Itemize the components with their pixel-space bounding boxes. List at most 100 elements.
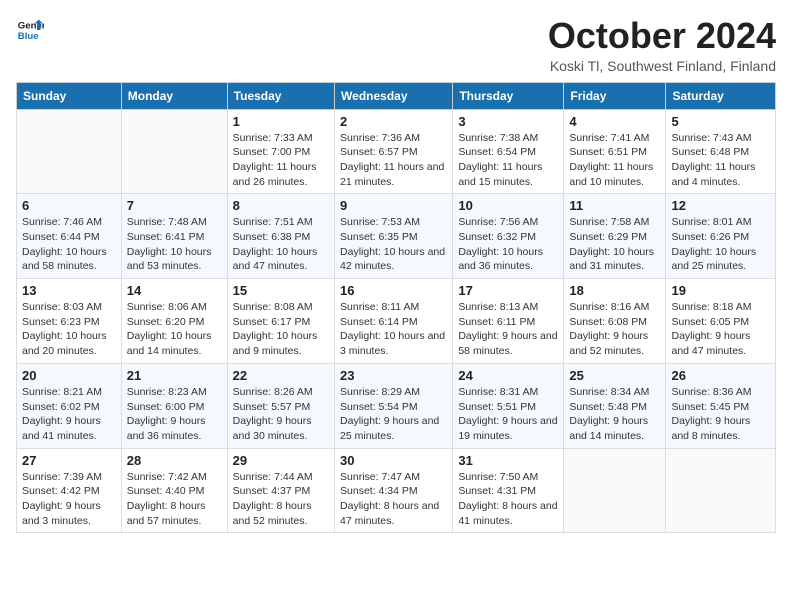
calendar-subtitle: Koski Tl, Southwest Finland, Finland: [548, 58, 776, 74]
calendar-week-row: 1 Sunrise: 7:33 AMSunset: 7:00 PMDaylight…: [17, 109, 776, 194]
day-info: Sunrise: 7:33 AMSunset: 7:00 PMDaylight:…: [233, 131, 329, 190]
day-info: Sunrise: 8:11 AMSunset: 6:14 PMDaylight:…: [340, 300, 447, 359]
day-info: Sunrise: 8:16 AMSunset: 6:08 PMDaylight:…: [569, 300, 660, 359]
day-number: 19: [671, 283, 770, 298]
day-info: Sunrise: 8:31 AMSunset: 5:51 PMDaylight:…: [458, 385, 558, 444]
day-number: 6: [22, 198, 116, 213]
weekday-header-sunday: Sunday: [17, 82, 122, 109]
calendar-cell: 18 Sunrise: 8:16 AMSunset: 6:08 PMDayligh…: [564, 279, 666, 364]
day-number: 1: [233, 114, 329, 129]
day-info: Sunrise: 7:44 AMSunset: 4:37 PMDaylight:…: [233, 470, 329, 529]
day-info: Sunrise: 8:34 AMSunset: 5:48 PMDaylight:…: [569, 385, 660, 444]
day-number: 27: [22, 453, 116, 468]
day-info: Sunrise: 7:42 AMSunset: 4:40 PMDaylight:…: [127, 470, 222, 529]
day-number: 9: [340, 198, 447, 213]
day-info: Sunrise: 8:03 AMSunset: 6:23 PMDaylight:…: [22, 300, 116, 359]
day-info: Sunrise: 8:13 AMSunset: 6:11 PMDaylight:…: [458, 300, 558, 359]
day-number: 28: [127, 453, 222, 468]
calendar-cell: 30Sunrise: 7:47 AMSunset: 4:34 PMDayligh…: [335, 448, 453, 533]
svg-text:Blue: Blue: [18, 31, 39, 42]
day-info: Sunrise: 8:23 AMSunset: 6:00 PMDaylight:…: [127, 385, 222, 444]
day-number: 8: [233, 198, 329, 213]
calendar-cell: 4 Sunrise: 7:41 AMSunset: 6:51 PMDaylight…: [564, 109, 666, 194]
calendar-title: October 2024: [548, 16, 776, 56]
day-number: 13: [22, 283, 116, 298]
day-info: Sunrise: 7:39 AMSunset: 4:42 PMDaylight:…: [22, 470, 116, 529]
day-info: Sunrise: 7:56 AMSunset: 6:32 PMDaylight:…: [458, 215, 558, 274]
calendar-cell: 13 Sunrise: 8:03 AMSunset: 6:23 PMDayligh…: [17, 279, 122, 364]
calendar-cell: 20 Sunrise: 8:21 AMSunset: 6:02 PMDayligh…: [17, 363, 122, 448]
day-info: Sunrise: 7:38 AMSunset: 6:54 PMDaylight:…: [458, 131, 558, 190]
calendar-cell: 2 Sunrise: 7:36 AMSunset: 6:57 PMDaylight…: [335, 109, 453, 194]
calendar-cell: 22 Sunrise: 8:26 AMSunset: 5:57 PMDayligh…: [227, 363, 334, 448]
calendar-cell: 24 Sunrise: 8:31 AMSunset: 5:51 PMDayligh…: [453, 363, 564, 448]
calendar-cell: 15Sunrise: 8:08 AMSunset: 6:17 PMDayligh…: [227, 279, 334, 364]
day-info: Sunrise: 8:18 AMSunset: 6:05 PMDaylight:…: [671, 300, 770, 359]
day-info: Sunrise: 7:58 AMSunset: 6:29 PMDaylight:…: [569, 215, 660, 274]
day-info: Sunrise: 8:26 AMSunset: 5:57 PMDaylight:…: [233, 385, 329, 444]
calendar-cell: 17 Sunrise: 8:13 AMSunset: 6:11 PMDayligh…: [453, 279, 564, 364]
title-area: October 2024 Koski Tl, Southwest Finland…: [548, 16, 776, 74]
day-number: 29: [233, 453, 329, 468]
calendar-cell: 7Sunrise: 7:48 AMSunset: 6:41 PMDaylight…: [121, 194, 227, 279]
calendar-cell: 26 Sunrise: 8:36 AMSunset: 5:45 PMDayligh…: [666, 363, 776, 448]
day-number: 7: [127, 198, 222, 213]
calendar-cell: 23Sunrise: 8:29 AMSunset: 5:54 PMDayligh…: [335, 363, 453, 448]
day-info: Sunrise: 7:53 AMSunset: 6:35 PMDaylight:…: [340, 215, 447, 274]
calendar-cell: 12 Sunrise: 8:01 AMSunset: 6:26 PMDayligh…: [666, 194, 776, 279]
day-number: 11: [569, 198, 660, 213]
day-number: 18: [569, 283, 660, 298]
day-info: Sunrise: 7:41 AMSunset: 6:51 PMDaylight:…: [569, 131, 660, 190]
weekday-header-row: SundayMondayTuesdayWednesdayThursdayFrid…: [17, 82, 776, 109]
day-number: 20: [22, 368, 116, 383]
day-info: Sunrise: 8:01 AMSunset: 6:26 PMDaylight:…: [671, 215, 770, 274]
day-number: 30: [340, 453, 447, 468]
logo: General Blue General Blue: [16, 16, 44, 44]
day-info: Sunrise: 8:08 AMSunset: 6:17 PMDaylight:…: [233, 300, 329, 359]
calendar-cell: [121, 109, 227, 194]
day-number: 4: [569, 114, 660, 129]
day-number: 31: [458, 453, 558, 468]
calendar-week-row: 13 Sunrise: 8:03 AMSunset: 6:23 PMDayligh…: [17, 279, 776, 364]
calendar-cell: 14 Sunrise: 8:06 AMSunset: 6:20 PMDayligh…: [121, 279, 227, 364]
calendar-cell: 21Sunrise: 8:23 AMSunset: 6:00 PMDayligh…: [121, 363, 227, 448]
day-number: 17: [458, 283, 558, 298]
day-info: Sunrise: 8:21 AMSunset: 6:02 PMDaylight:…: [22, 385, 116, 444]
day-info: Sunrise: 8:29 AMSunset: 5:54 PMDaylight:…: [340, 385, 447, 444]
calendar-cell: [17, 109, 122, 194]
calendar-cell: 29 Sunrise: 7:44 AMSunset: 4:37 PMDayligh…: [227, 448, 334, 533]
page-header: General Blue General Blue October 2024 K…: [16, 16, 776, 74]
weekday-header-friday: Friday: [564, 82, 666, 109]
calendar-cell: 31 Sunrise: 7:50 AMSunset: 4:31 PMDayligh…: [453, 448, 564, 533]
weekday-header-wednesday: Wednesday: [335, 82, 453, 109]
day-number: 5: [671, 114, 770, 129]
calendar-cell: 11 Sunrise: 7:58 AMSunset: 6:29 PMDayligh…: [564, 194, 666, 279]
day-info: Sunrise: 7:50 AMSunset: 4:31 PMDaylight:…: [458, 470, 558, 529]
day-number: 14: [127, 283, 222, 298]
day-number: 3: [458, 114, 558, 129]
day-number: 26: [671, 368, 770, 383]
day-number: 12: [671, 198, 770, 213]
calendar-cell: [666, 448, 776, 533]
day-number: 24: [458, 368, 558, 383]
day-number: 22: [233, 368, 329, 383]
calendar-cell: 28 Sunrise: 7:42 AMSunset: 4:40 PMDayligh…: [121, 448, 227, 533]
weekday-header-monday: Monday: [121, 82, 227, 109]
calendar-cell: 25 Sunrise: 8:34 AMSunset: 5:48 PMDayligh…: [564, 363, 666, 448]
calendar-cell: [564, 448, 666, 533]
day-info: Sunrise: 8:06 AMSunset: 6:20 PMDaylight:…: [127, 300, 222, 359]
calendar-cell: 27 Sunrise: 7:39 AMSunset: 4:42 PMDayligh…: [17, 448, 122, 533]
day-number: 2: [340, 114, 447, 129]
day-info: Sunrise: 8:36 AMSunset: 5:45 PMDaylight:…: [671, 385, 770, 444]
calendar-cell: 8Sunrise: 7:51 AMSunset: 6:38 PMDaylight…: [227, 194, 334, 279]
day-number: 16: [340, 283, 447, 298]
calendar-cell: 5Sunrise: 7:43 AMSunset: 6:48 PMDaylight…: [666, 109, 776, 194]
calendar-table: SundayMondayTuesdayWednesdayThursdayFrid…: [16, 82, 776, 534]
calendar-cell: 3 Sunrise: 7:38 AMSunset: 6:54 PMDaylight…: [453, 109, 564, 194]
weekday-header-thursday: Thursday: [453, 82, 564, 109]
weekday-header-tuesday: Tuesday: [227, 82, 334, 109]
day-info: Sunrise: 7:46 AMSunset: 6:44 PMDaylight:…: [22, 215, 116, 274]
calendar-week-row: 27 Sunrise: 7:39 AMSunset: 4:42 PMDayligh…: [17, 448, 776, 533]
day-info: Sunrise: 7:36 AMSunset: 6:57 PMDaylight:…: [340, 131, 447, 190]
day-number: 25: [569, 368, 660, 383]
